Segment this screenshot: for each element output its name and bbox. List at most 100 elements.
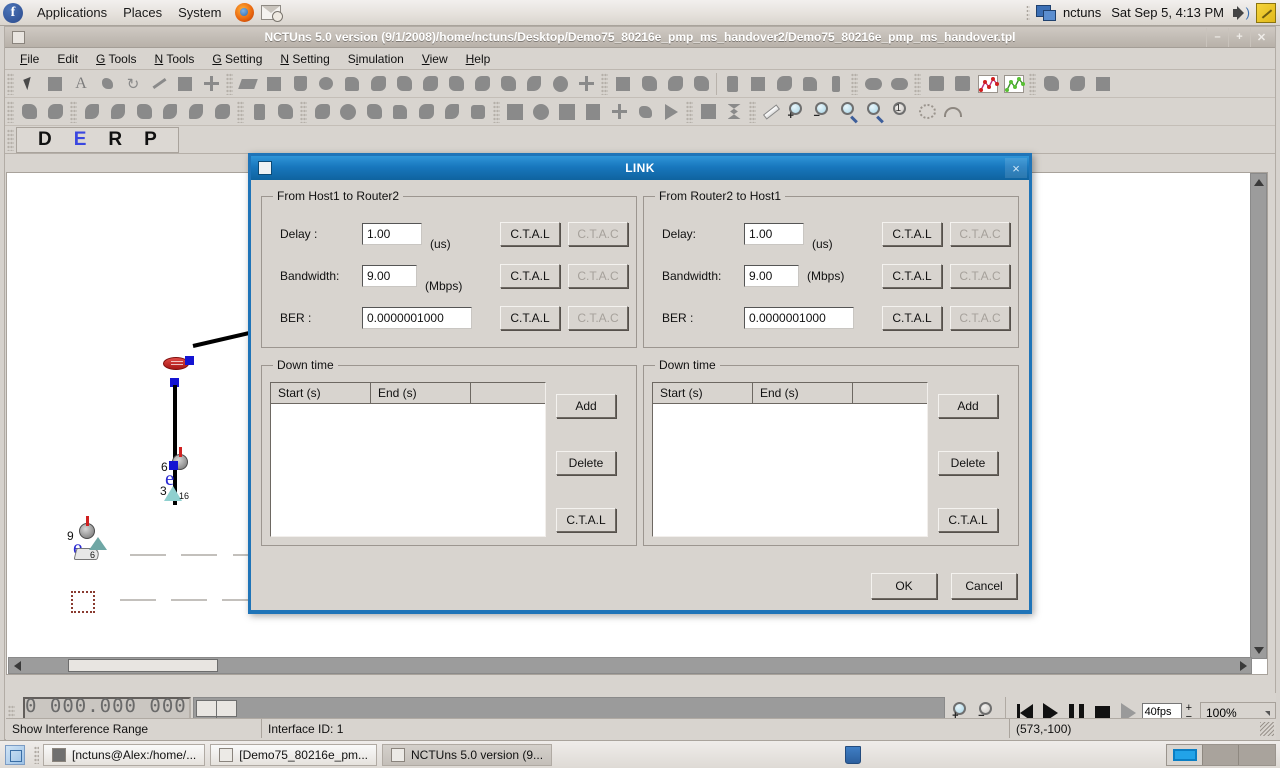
wifi-ap-icon[interactable] xyxy=(43,100,67,124)
network-icon[interactable] xyxy=(1035,4,1056,21)
workspace-list[interactable] xyxy=(1166,743,1276,766)
derp-edit-mode[interactable]: E xyxy=(74,129,87,151)
toolbar-grip-icon-6[interactable] xyxy=(1029,72,1036,95)
qos-node-icon[interactable] xyxy=(772,72,796,96)
path-icon[interactable] xyxy=(388,100,412,124)
downtime-ctal-button-left[interactable]: C.T.A.L xyxy=(556,508,616,532)
tower-icon-4[interactable] xyxy=(184,100,208,124)
scroll-right-icon[interactable] xyxy=(1235,658,1251,673)
hub-node-icon[interactable] xyxy=(288,72,312,96)
plot-node-icon-2[interactable] xyxy=(950,72,974,96)
menu-g-setting[interactable]: G Setting xyxy=(203,50,271,68)
zoom-region-in-icon[interactable] xyxy=(837,100,861,124)
ber-input-right[interactable]: 0.0000001000 xyxy=(744,307,854,329)
wifi-node-icon[interactable] xyxy=(17,100,41,124)
zoom-in-icon[interactable]: + xyxy=(785,100,809,124)
canvas-vertical-scrollbar[interactable] xyxy=(1250,173,1267,659)
wimax-bs-icon[interactable] xyxy=(611,72,635,96)
taskbar-grip-icon[interactable] xyxy=(34,745,39,764)
minimize-icon[interactable]: – xyxy=(1206,27,1228,47)
play-path-icon[interactable] xyxy=(659,100,683,124)
tray-username[interactable]: nctuns xyxy=(1063,5,1101,20)
fill-icon[interactable] xyxy=(173,72,197,96)
toolbar-grip-icon[interactable] xyxy=(7,72,14,95)
traffic-icon[interactable] xyxy=(440,100,464,124)
scroll-left-icon[interactable] xyxy=(9,658,25,673)
eraser-icon[interactable] xyxy=(95,72,119,96)
vehicle-icon[interactable] xyxy=(210,100,234,124)
timeline-slider[interactable] xyxy=(193,697,945,719)
derp-play-mode[interactable]: P xyxy=(144,129,157,151)
task-button-nctuns[interactable]: NCTUns 5.0 version (9... xyxy=(382,743,553,766)
obstacle-icon[interactable] xyxy=(548,72,572,96)
tower-icon-2[interactable] xyxy=(106,100,130,124)
toolbar-grip-icon-5[interactable] xyxy=(914,72,921,95)
firefox-icon[interactable] xyxy=(235,3,255,22)
derp-run-mode[interactable]: R xyxy=(108,129,122,151)
toolbar2-grip-icon-2[interactable] xyxy=(70,100,77,123)
tower-icon-3[interactable] xyxy=(158,100,182,124)
close-icon[interactable]: ✕ xyxy=(1250,27,1272,47)
menu-simulation[interactable]: Simulation xyxy=(339,50,413,68)
menu-g-tools[interactable]: G Tools xyxy=(87,50,145,68)
ok-button[interactable]: OK xyxy=(871,573,937,599)
bandwidth-ctal-button-right[interactable]: C.T.A.L xyxy=(882,264,942,288)
delay-ctal-button-left[interactable]: C.T.A.L xyxy=(500,222,560,246)
transmission-range-icon[interactable] xyxy=(941,100,965,124)
workspace-2[interactable] xyxy=(1203,744,1239,765)
host-icon[interactable] xyxy=(262,72,286,96)
canvas-horizontal-scrollbar[interactable] xyxy=(8,657,1252,674)
clock[interactable]: Sat Sep 5, 4:13 PM xyxy=(1111,5,1224,20)
downtime-table-right[interactable]: Start (s) End (s) xyxy=(652,382,928,537)
ruler-icon[interactable] xyxy=(759,100,783,124)
speaker-icon[interactable]: ) xyxy=(1232,5,1250,21)
wimax-ms-icon[interactable] xyxy=(663,72,687,96)
toolbar-grip-icon-4[interactable] xyxy=(851,72,858,95)
toolbar2-grip-icon-3[interactable] xyxy=(237,100,244,123)
zoom-region-out-icon[interactable] xyxy=(863,100,887,124)
zoom-actual-size-icon[interactable]: 1 xyxy=(889,100,913,124)
downtime-table-left[interactable]: Start (s) End (s) xyxy=(270,382,546,537)
tower-icon[interactable] xyxy=(80,100,104,124)
sensor-node-icon[interactable] xyxy=(522,72,546,96)
toolbar-grip-icon-3[interactable] xyxy=(601,72,608,95)
intersection-icon[interactable] xyxy=(362,100,386,124)
antenna-node-icon[interactable] xyxy=(824,72,848,96)
select-cursor-icon[interactable] xyxy=(17,72,41,96)
move-icon[interactable] xyxy=(199,72,223,96)
menu-file[interactable]: File xyxy=(11,50,48,68)
ber-ctal-button-left[interactable]: C.T.A.L xyxy=(500,306,560,330)
block-icon-3[interactable] xyxy=(555,100,579,124)
downtime-add-button-left[interactable]: Add xyxy=(556,394,616,418)
toolbar2-grip-icon-7[interactable] xyxy=(749,100,756,123)
toolbar2-grip-icon-5[interactable] xyxy=(493,100,500,123)
gprs-node-icon[interactable] xyxy=(444,72,468,96)
delay-input-left[interactable]: 1.00 xyxy=(362,223,422,245)
dvb-rcst-icon[interactable] xyxy=(746,72,770,96)
subnet-icon[interactable] xyxy=(236,72,260,96)
group-icon[interactable] xyxy=(1039,72,1063,96)
fedora-logo-icon[interactable]: f xyxy=(3,2,23,23)
bandwidth-input-left[interactable]: 9.00 xyxy=(362,265,417,287)
roundabout-icon[interactable] xyxy=(336,100,360,124)
pedestrian-icon[interactable] xyxy=(247,100,271,124)
region-icon[interactable] xyxy=(466,100,490,124)
downtime-delete-button-left[interactable]: Delete xyxy=(556,451,616,475)
scroll-down-icon[interactable] xyxy=(1251,642,1266,658)
block-icon[interactable] xyxy=(503,100,527,124)
task-button-document[interactable]: [Demo75_80216e_pm... xyxy=(210,743,378,766)
rectangle-tool-icon[interactable] xyxy=(43,72,67,96)
text-tool-icon[interactable]: A xyxy=(69,72,93,96)
add-link-icon[interactable] xyxy=(574,72,598,96)
edit-notes-icon[interactable] xyxy=(1256,2,1276,23)
car-node-icon[interactable] xyxy=(132,100,156,124)
cancel-button[interactable]: Cancel xyxy=(951,573,1017,599)
wimax-ss-icon[interactable] xyxy=(637,72,661,96)
plot-node-icon[interactable] xyxy=(924,72,948,96)
wlan-ap-icon[interactable] xyxy=(366,72,390,96)
line-tool-icon[interactable] xyxy=(147,72,171,96)
switch-node-icon[interactable] xyxy=(314,72,338,96)
menu-n-tools[interactable]: N Tools xyxy=(146,50,204,68)
downtime-ctal-button-right[interactable]: C.T.A.L xyxy=(938,508,998,532)
menu-edit[interactable]: Edit xyxy=(48,50,87,68)
